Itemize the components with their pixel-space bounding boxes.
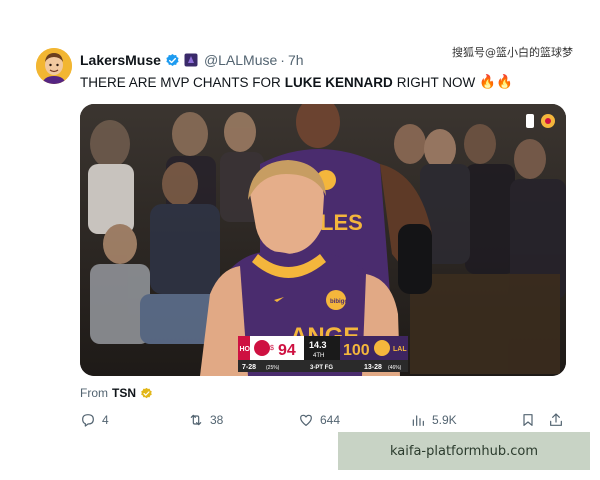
video-frame: LES bibigo ANGE — [80, 104, 566, 376]
home-score: 100 — [343, 342, 370, 359]
views-chart-icon — [412, 415, 424, 426]
post-timestamp[interactable]: 7h — [288, 52, 304, 68]
source-name[interactable]: TSN — [112, 386, 136, 400]
home-stat-pct: (46%) — [388, 365, 402, 371]
top-watermark: 搜狐号@篮小白的篮球梦 — [452, 46, 573, 59]
home-stat-record: 13-28 — [364, 364, 382, 371]
author-avatar[interactable] — [36, 48, 72, 84]
avatar-illustration — [36, 48, 72, 84]
repost-count: 38 — [210, 413, 224, 427]
away-team-code: HOU — [240, 346, 256, 353]
jersey-patch-text: bibigo — [330, 299, 348, 305]
views-button[interactable]: 5.9K — [410, 412, 457, 428]
game-period: 4TH — [313, 353, 324, 359]
author-handle[interactable]: @LALMuse — [204, 52, 277, 68]
away-stat-pct: (25%) — [266, 365, 280, 371]
view-count: 5.9K — [432, 413, 457, 427]
post-text-end: RIGHT NOW — [396, 74, 476, 90]
meta-separator: · — [280, 52, 285, 68]
repost-button[interactable]: 38 — [188, 412, 223, 428]
author-name[interactable]: LakersMuse — [80, 52, 161, 68]
reply-button[interactable]: 4 — [80, 412, 109, 428]
verified-badge-icon — [165, 53, 180, 68]
scoreboard: HOU $ 94 14.3 4TH 100 LAL 7-28 (25%) 3-P… — [238, 336, 408, 372]
back-jersey-text: LES — [320, 210, 363, 235]
away-fouls-mark: $ — [270, 345, 274, 352]
away-score: 94 — [278, 342, 296, 359]
bookmark-button[interactable] — [520, 412, 536, 428]
tweet-card: LakersMuse @LALMuse · 7h 搜狐号@篮小白的篮球梦 THE… — [0, 0, 600, 480]
post-text-start: THERE ARE MVP CHANTS FOR — [80, 74, 281, 90]
share-icon — [550, 413, 562, 426]
stat-label: 3-PT FG — [310, 365, 333, 371]
post-text-bold: LUKE KENNARD — [284, 74, 393, 90]
away-stat-record: 7-28 — [242, 364, 256, 371]
repost-icon — [190, 414, 202, 426]
bookmark-icon — [523, 414, 533, 426]
game-clock: 14.3 — [309, 340, 327, 350]
media-source: From TSN — [80, 386, 153, 400]
post-video[interactable]: LES bibigo ANGE — [80, 104, 566, 376]
heart-icon — [300, 414, 312, 426]
source-prefix: From — [80, 386, 108, 400]
affiliate-badge-icon[interactable] — [184, 53, 198, 67]
share-button[interactable] — [548, 412, 564, 428]
like-button[interactable]: 644 — [298, 412, 340, 428]
reply-icon — [82, 414, 94, 427]
like-count: 644 — [320, 413, 341, 427]
home-team-code: LAL — [393, 346, 407, 353]
post-header: LakersMuse @LALMuse · 7h — [80, 50, 304, 70]
reply-count: 4 — [102, 413, 109, 427]
fire-emoji: 🔥🔥 — [479, 74, 513, 89]
source-verified-icon — [141, 387, 152, 398]
site-watermark-badge: kaifa-platformhub.com — [338, 432, 590, 470]
action-bar: 4 38 644 5.9K — [80, 412, 566, 434]
post-text: THERE ARE MVP CHANTS FOR LUKE KENNARD RI… — [80, 74, 513, 90]
